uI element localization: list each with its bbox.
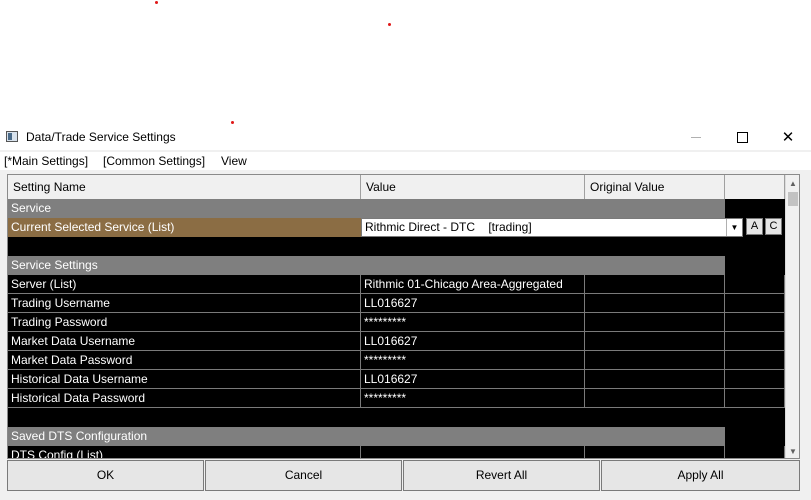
grid-header: Setting Name Value Original Value bbox=[8, 175, 785, 200]
button-bar: OK Cancel Revert All Apply All bbox=[7, 460, 800, 491]
scroll-down-icon[interactable]: ▼ bbox=[786, 444, 799, 458]
cancel-button[interactable]: Cancel bbox=[205, 460, 402, 491]
maximize-button[interactable] bbox=[719, 125, 765, 150]
setting-extra bbox=[725, 332, 785, 351]
section-saved-dts: Saved DTS Configuration bbox=[8, 427, 785, 446]
desktop-dot bbox=[388, 23, 391, 26]
table-row[interactable]: Market Data Password ********* bbox=[8, 351, 785, 370]
settings-grid: Setting Name Value Original Value Servic… bbox=[7, 174, 800, 459]
minimize-icon bbox=[691, 137, 701, 138]
setting-extra bbox=[725, 389, 785, 408]
chevron-down-icon[interactable]: ▼ bbox=[726, 219, 742, 236]
desktop-dot bbox=[231, 121, 234, 124]
section-label: Saved DTS Configuration bbox=[11, 429, 148, 443]
setting-value[interactable]: ********* bbox=[361, 313, 585, 332]
app-icon bbox=[6, 131, 18, 142]
service-dropdown-value: Rithmic Direct - DTC [trading] bbox=[365, 220, 532, 234]
setting-original-value bbox=[585, 313, 725, 332]
setting-original-value bbox=[585, 351, 725, 370]
close-button[interactable]: ✕ bbox=[765, 125, 811, 150]
setting-name[interactable]: DTS Config (List) bbox=[8, 446, 361, 458]
setting-name[interactable]: Historical Data Username bbox=[8, 370, 361, 389]
vertical-scrollbar[interactable]: ▲ ▼ bbox=[785, 175, 799, 458]
table-row[interactable]: Market Data Username LL016627 bbox=[8, 332, 785, 351]
setting-extra bbox=[725, 275, 785, 294]
minimize-button[interactable] bbox=[673, 125, 719, 150]
setting-extra bbox=[725, 313, 785, 332]
empty-row bbox=[8, 237, 785, 256]
setting-value[interactable]: LL016627 bbox=[361, 332, 585, 351]
empty-row bbox=[8, 408, 785, 427]
section-label: Service Settings bbox=[11, 258, 98, 272]
section-service-settings: Service Settings bbox=[8, 256, 785, 275]
setting-original-value bbox=[585, 389, 725, 408]
ok-button[interactable]: OK bbox=[7, 460, 204, 491]
current-service-row[interactable]: Current Selected Service (List) Rithmic … bbox=[8, 218, 785, 237]
setting-name[interactable]: Market Data Username bbox=[8, 332, 361, 351]
desktop-dot bbox=[155, 1, 158, 4]
close-icon: ✕ bbox=[781, 129, 795, 146]
service-dropdown[interactable]: Rithmic Direct - DTC [trading] ▼ bbox=[361, 218, 743, 237]
setting-original-value bbox=[585, 370, 725, 389]
column-setting-name[interactable]: Setting Name bbox=[8, 175, 361, 199]
revert-all-button[interactable]: Revert All bbox=[403, 460, 600, 491]
maximize-icon bbox=[736, 132, 748, 143]
table-row[interactable]: Server (List) Rithmic 01-Chicago Area-Ag… bbox=[8, 275, 785, 294]
table-row[interactable]: Historical Data Username LL016627 bbox=[8, 370, 785, 389]
menu-main-settings[interactable]: [*Main Settings] bbox=[4, 154, 88, 168]
current-service-label[interactable]: Current Selected Service (List) bbox=[8, 218, 361, 237]
table-row[interactable]: DTS Config (List) bbox=[8, 446, 785, 458]
setting-name[interactable]: Server (List) bbox=[8, 275, 361, 294]
setting-original-value bbox=[585, 332, 725, 351]
service-a-button[interactable]: A bbox=[746, 218, 763, 235]
setting-extra bbox=[725, 370, 785, 389]
setting-extra bbox=[725, 351, 785, 370]
setting-value[interactable] bbox=[361, 446, 585, 458]
scroll-up-icon[interactable]: ▲ bbox=[786, 176, 799, 191]
menu-view[interactable]: View bbox=[221, 154, 247, 168]
settings-window: Data/Trade Service Settings ✕ [*Main Set… bbox=[0, 125, 811, 500]
setting-value[interactable]: LL016627 bbox=[361, 294, 585, 313]
table-row[interactable]: Trading Password ********* bbox=[8, 313, 785, 332]
section-label: Service bbox=[11, 201, 52, 215]
setting-value[interactable]: ********* bbox=[361, 351, 585, 370]
setting-value[interactable]: ********* bbox=[361, 389, 585, 408]
table-row[interactable]: Trading Username LL016627 bbox=[8, 294, 785, 313]
setting-name[interactable]: Market Data Password bbox=[8, 351, 361, 370]
setting-name[interactable]: Trading Username bbox=[8, 294, 361, 313]
service-c-button[interactable]: C bbox=[765, 218, 782, 235]
setting-original-value bbox=[585, 446, 725, 458]
table-row[interactable]: Historical Data Password ********* bbox=[8, 389, 785, 408]
scroll-thumb[interactable] bbox=[788, 192, 798, 206]
setting-original-value bbox=[585, 275, 725, 294]
setting-value[interactable]: Rithmic 01-Chicago Area-Aggregated bbox=[361, 275, 585, 294]
section-service: Service bbox=[8, 199, 785, 218]
setting-name[interactable]: Historical Data Password bbox=[8, 389, 361, 408]
setting-original-value bbox=[585, 294, 725, 313]
column-original-value[interactable]: Original Value bbox=[585, 175, 725, 199]
apply-all-button[interactable]: Apply All bbox=[601, 460, 800, 491]
column-extra[interactable] bbox=[725, 175, 785, 199]
window-title: Data/Trade Service Settings bbox=[26, 130, 176, 144]
menu-bar: [*Main Settings] [Common Settings] View bbox=[0, 152, 811, 170]
setting-extra bbox=[725, 294, 785, 313]
setting-value[interactable]: LL016627 bbox=[361, 370, 585, 389]
menu-common-settings[interactable]: [Common Settings] bbox=[103, 154, 205, 168]
setting-extra bbox=[725, 446, 785, 458]
column-value[interactable]: Value bbox=[361, 175, 585, 199]
title-bar: Data/Trade Service Settings ✕ bbox=[0, 125, 811, 150]
setting-name[interactable]: Trading Password bbox=[8, 313, 361, 332]
